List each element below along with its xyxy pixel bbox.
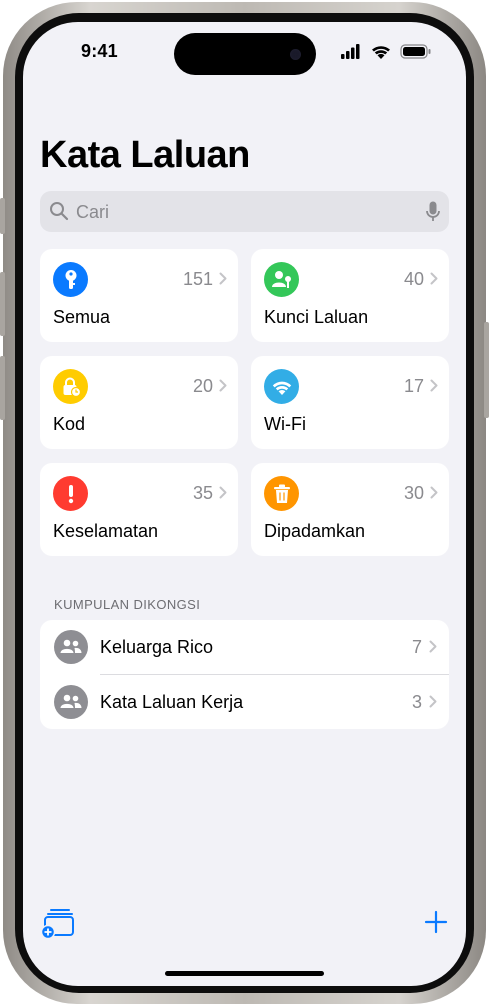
person-key-icon [264,262,299,297]
key-icon [53,262,88,297]
microphone-icon[interactable] [426,201,440,223]
category-label: Wi-Fi [264,414,306,434]
status-icons [341,44,431,59]
volume-down-button [0,356,5,420]
action-button [0,198,5,234]
category-label: Semua [53,307,111,327]
wifi-icon [264,369,299,404]
screen: 9:41 Kata Laluan Cari 151 Semua 40 Kunci… [23,22,466,986]
battery-icon [400,44,431,59]
camera [290,49,301,60]
cellular-signal-icon [341,44,360,59]
trash-icon [264,476,299,511]
volume-up-button [0,272,5,336]
category-passkeys[interactable]: 40 Kunci Laluan [251,249,449,342]
search-placeholder: Cari [76,202,110,222]
chevron-right-icon [429,695,437,708]
category-codes[interactable]: 20 Kod [40,356,238,449]
chevron-right-icon [430,272,438,285]
shared-group-count: 7 [411,637,422,657]
home-indicator [165,971,324,976]
chevron-right-icon [219,272,227,285]
lock-clock-icon [53,369,88,404]
chevron-right-icon [430,379,438,392]
category-count: 35 [192,483,213,503]
search-field[interactable]: Cari [40,191,449,232]
shared-group-label: Kata Laluan Kerja [100,692,244,712]
chevron-right-icon [219,486,227,499]
category-wifi[interactable]: 17 Wi-Fi [251,356,449,449]
shared-group-row[interactable]: Keluarga Rico 7 [40,620,449,675]
new-group-icon[interactable] [41,907,75,939]
category-all[interactable]: 151 Semua [40,249,238,342]
category-security[interactable]: 35 Keselamatan [40,463,238,556]
exclamation-icon [53,476,88,511]
people-icon [54,685,88,719]
category-label: Dipadamkan [264,521,366,541]
category-label: Kod [53,414,86,434]
shared-group-row[interactable]: Kata Laluan Kerja 3 [40,675,449,729]
chevron-right-icon [429,640,437,653]
category-count: 17 [403,376,424,396]
category-count: 40 [403,269,424,289]
category-count: 151 [182,269,213,289]
plus-icon[interactable] [424,910,448,934]
category-label: Keselamatan [53,521,159,541]
shared-groups-list: Keluarga Rico 7 Kata Laluan Kerja 3 [40,620,449,729]
people-icon [54,630,88,664]
shared-group-count: 3 [411,692,422,712]
category-count: 30 [403,483,424,503]
shared-group-label: Keluarga Rico [100,637,214,657]
chevron-right-icon [430,486,438,499]
wifi-status-icon [372,46,390,59]
status-time: 9:41 [81,41,118,61]
power-button [484,322,489,418]
chevron-right-icon [219,379,227,392]
shared-groups-header: KUMPULAN DIKONGSI [54,597,201,612]
category-count: 20 [192,376,213,396]
search-icon [50,202,69,221]
category-label: Kunci Laluan [264,307,369,327]
category-deleted[interactable]: 30 Dipadamkan [251,463,449,556]
page-title: Kata Laluan [40,134,250,176]
